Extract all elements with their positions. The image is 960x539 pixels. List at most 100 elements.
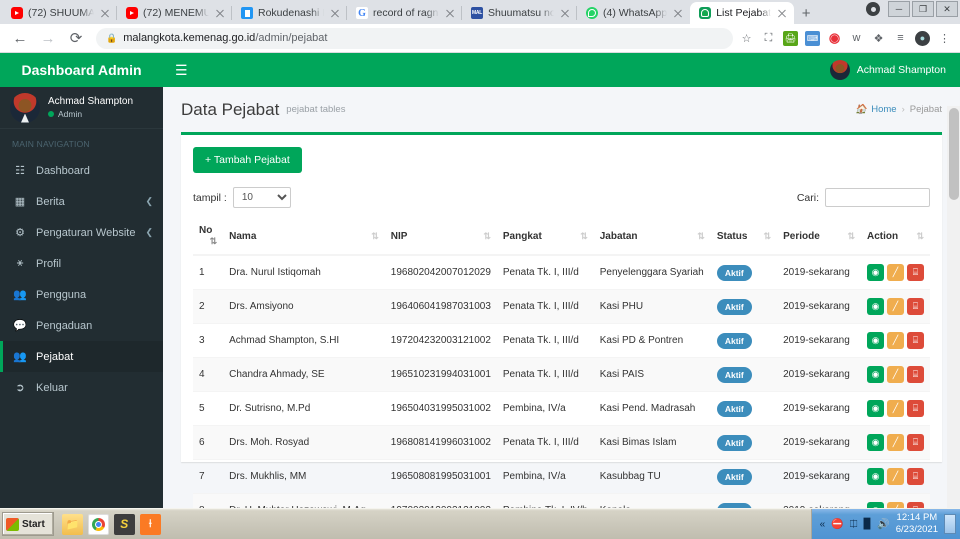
- sidebar-item-pejabat[interactable]: 👥 Pejabat: [0, 341, 163, 372]
- browser-tab[interactable]: Rokudenashi Majuts: [232, 2, 347, 24]
- breadcrumb-separator: ›: [901, 104, 905, 115]
- profile-icon[interactable]: [866, 2, 880, 16]
- sidebar-item-berita[interactable]: ▦ Berita ❮: [0, 186, 163, 217]
- edit-button[interactable]: ╱: [887, 332, 904, 349]
- sidebar-item-pengaturan-website[interactable]: ⚙ Pengaturan Website ❮: [0, 217, 163, 248]
- edit-button[interactable]: ╱: [887, 264, 904, 281]
- show-hidden-icon[interactable]: «: [820, 519, 826, 530]
- close-icon[interactable]: [214, 7, 226, 19]
- view-button[interactable]: ◉: [867, 332, 884, 349]
- opera-icon[interactable]: ◉: [827, 30, 842, 46]
- users-icon: 👥: [13, 351, 27, 363]
- restore-button[interactable]: ❐: [912, 1, 934, 17]
- close-icon[interactable]: [559, 7, 571, 19]
- column-header-nama[interactable]: Nama ⇅: [223, 218, 385, 256]
- antivirus-icon[interactable]: ⛔: [831, 519, 843, 530]
- browser-tab[interactable]: G record of ragnarok s: [347, 2, 462, 24]
- delete-button[interactable]: ⌸: [907, 468, 924, 485]
- close-icon[interactable]: [444, 7, 456, 19]
- topbar-user[interactable]: Achmad Shampton: [829, 60, 946, 80]
- action-buttons: ◉ ╱ ⌸: [867, 366, 924, 383]
- start-button[interactable]: Start: [2, 512, 54, 536]
- status-badge: Aktif: [716, 332, 752, 349]
- delete-button[interactable]: ⌸: [907, 366, 924, 383]
- browser-tab[interactable]: (72) MENEMUKAN M: [117, 2, 232, 24]
- sublime-icon[interactable]: S: [113, 513, 135, 535]
- column-header-periode[interactable]: Periode ⇅: [777, 218, 861, 256]
- usb-icon[interactable]: ⎅: [850, 519, 858, 530]
- close-icon[interactable]: [329, 7, 341, 19]
- delete-button[interactable]: ⌸: [907, 434, 924, 451]
- edit-button[interactable]: ╱: [887, 468, 904, 485]
- new-tab-button[interactable]: +: [794, 2, 818, 24]
- close-icon[interactable]: [672, 7, 684, 19]
- star-icon[interactable]: ☆: [739, 31, 754, 46]
- hamburger-icon[interactable]: ☰: [175, 62, 188, 79]
- sidebar-item-pengguna[interactable]: 👥 Pengguna: [0, 279, 163, 310]
- delete-button[interactable]: ⌸: [907, 264, 924, 281]
- sidebar-item-dashboard[interactable]: ☷ Dashboard: [0, 155, 163, 186]
- cast-icon[interactable]: ⛶: [761, 31, 776, 46]
- chrome-icon[interactable]: [87, 513, 109, 535]
- cell-nip: 196504031995031002: [384, 391, 497, 426]
- scrollbar-thumb[interactable]: [949, 108, 959, 200]
- edit-button[interactable]: ╱: [887, 366, 904, 383]
- view-button[interactable]: ◉: [867, 264, 884, 281]
- column-header-action[interactable]: Action ⇅: [861, 218, 930, 256]
- close-button[interactable]: ✕: [936, 1, 958, 17]
- browser-tab[interactable]: (4) WhatsApp: [577, 2, 690, 24]
- search-input[interactable]: [825, 188, 930, 207]
- translate-icon[interactable]: ⌨: [805, 30, 820, 46]
- column-header-no[interactable]: No ⇅: [193, 218, 224, 256]
- menu-icon[interactable]: ⋮: [937, 31, 952, 46]
- sidebar-user-panel[interactable]: Achmad Shampton Admin: [0, 87, 163, 129]
- network-icon[interactable]: ▉: [864, 519, 872, 530]
- add-pejabat-button[interactable]: + Tambah Pejabat: [193, 147, 302, 173]
- address-bar[interactable]: 🔒 malangkota.kemenag.go.id/admin/pejabat: [96, 27, 733, 49]
- edit-button[interactable]: ╱: [887, 298, 904, 315]
- column-header-pangkat[interactable]: Pangkat ⇅: [496, 218, 594, 256]
- taskbar-clock[interactable]: 12:14 PM 6/23/2021: [896, 512, 938, 536]
- column-header-jabatan[interactable]: Jabatan ⇅: [593, 218, 711, 256]
- xampp-icon[interactable]: ⟊: [139, 513, 161, 535]
- view-button[interactable]: ◉: [867, 468, 884, 485]
- browser-tab-active[interactable]: List Pejabat: [690, 2, 795, 24]
- page-scrollbar[interactable]: ▲ ▼: [947, 106, 960, 508]
- browser-tab[interactable]: (72) SHUUMATSU N: [2, 2, 117, 24]
- close-icon[interactable]: [99, 7, 111, 19]
- avatar: [10, 92, 40, 123]
- view-button[interactable]: ◉: [867, 366, 884, 383]
- clipboard-icon[interactable]: w: [849, 31, 864, 46]
- edit-button[interactable]: ╱: [887, 434, 904, 451]
- view-button[interactable]: ◉: [867, 298, 884, 315]
- sidebar-item-pengaduan[interactable]: 💬 Pengaduan: [0, 310, 163, 341]
- profile-avatar-icon[interactable]: ●: [915, 30, 930, 46]
- sidebar-item-keluar[interactable]: ➲ Keluar: [0, 372, 163, 403]
- folder-icon[interactable]: 📁: [61, 513, 83, 535]
- edit-button[interactable]: ╱: [887, 400, 904, 417]
- search-label: Cari:: [796, 191, 819, 204]
- column-header-nip[interactable]: NIP ⇅: [384, 218, 497, 256]
- forward-icon[interactable]: →: [34, 24, 62, 52]
- show-desktop-button[interactable]: [944, 514, 956, 534]
- playlist-icon[interactable]: ≡: [893, 31, 908, 46]
- delete-button[interactable]: ⌸: [907, 400, 924, 417]
- extensions-icon[interactable]: ❖: [871, 31, 886, 46]
- volume-icon[interactable]: 🔊: [877, 519, 889, 530]
- view-button[interactable]: ◉: [867, 400, 884, 417]
- breadcrumb-home[interactable]: 🏠 Home: [855, 104, 896, 115]
- back-icon[interactable]: ←: [6, 24, 34, 52]
- delete-button[interactable]: ⌸: [907, 298, 924, 315]
- quick-launch: 📁 S ⟊: [58, 513, 161, 535]
- sidebar-item-profil[interactable]: ⚹ Profil: [0, 248, 163, 279]
- close-icon[interactable]: [776, 7, 788, 19]
- brand-title[interactable]: Dashboard Admin: [0, 53, 163, 87]
- browser-tab[interactable]: MAL Shuumatsu no Walk: [462, 2, 577, 24]
- view-button[interactable]: ◉: [867, 434, 884, 451]
- print-icon[interactable]: 🖨: [783, 30, 798, 46]
- page-length-select[interactable]: 10: [232, 187, 291, 208]
- reload-icon[interactable]: ⟳: [62, 24, 90, 52]
- delete-button[interactable]: ⌸: [907, 332, 924, 349]
- minimize-button[interactable]: ─: [888, 1, 910, 17]
- column-header-status[interactable]: Status ⇅: [710, 218, 778, 256]
